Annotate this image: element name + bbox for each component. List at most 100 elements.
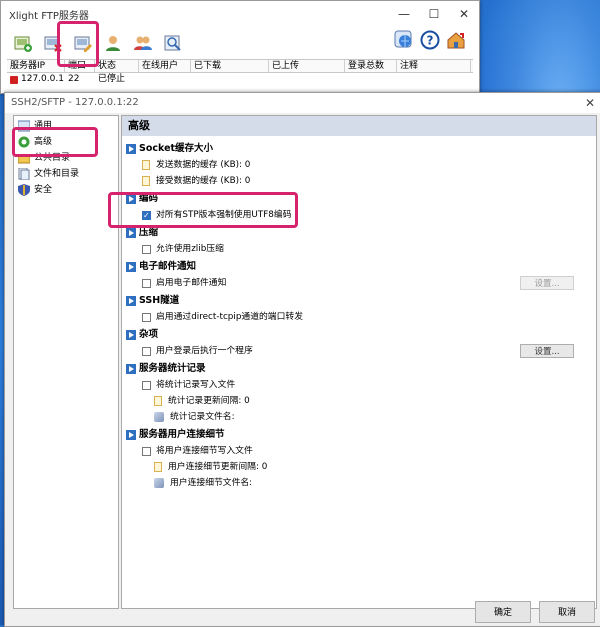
document-icon bbox=[142, 160, 150, 170]
port-forward-option: 启用通过direct-tcpip通道的端口转发 bbox=[142, 310, 303, 324]
conn-interval-setting[interactable]: 用户连接细节更新间隔: 0 bbox=[154, 460, 267, 474]
section-arrow-icon bbox=[126, 364, 136, 374]
stats-write-option: 将统计记录写入文件 bbox=[142, 378, 235, 392]
email-notify-label: 启用电子邮件通知 bbox=[156, 278, 227, 288]
file-settings-icon bbox=[154, 412, 164, 422]
section-arrow-icon bbox=[126, 262, 136, 272]
zlib-checkbox[interactable] bbox=[142, 244, 151, 254]
help-icon[interactable]: ? bbox=[420, 30, 440, 50]
dialog-titlebar: SSH2/SFTP - 127.0.0.1:22 ✕ bbox=[5, 93, 600, 113]
highlight-advanced-nav bbox=[12, 127, 98, 157]
stats-interval-label: 统计记录更新间隔: 0 bbox=[168, 396, 250, 406]
section-title: 电子邮件通知 bbox=[139, 261, 197, 272]
conn-interval-label: 用户连接细节更新间隔: 0 bbox=[168, 462, 268, 472]
email-settings-button[interactable]: 设置... bbox=[520, 276, 574, 290]
col-status[interactable]: 状态 bbox=[95, 60, 139, 72]
section-arrow-icon bbox=[126, 296, 136, 306]
zlib-option: 允许使用zlib压缩 bbox=[142, 242, 224, 256]
section-email: 电子邮件通知 bbox=[126, 260, 196, 274]
run-program-option: 用户登录后执行一个程序 bbox=[142, 344, 253, 358]
section-socket-buffer: Socket缓存大小 bbox=[126, 142, 213, 156]
highlight-edit-toolbar bbox=[57, 21, 99, 67]
cell-status: 已停止 bbox=[98, 74, 126, 84]
cell-port: 22 bbox=[68, 74, 80, 84]
conn-write-option: 将用户连接细节写入文件 bbox=[142, 444, 253, 458]
section-title: 服务器用户连接细节 bbox=[139, 429, 225, 440]
settings-nav-tree: 通用 高级 公共目录 文件和目录 安全 bbox=[13, 115, 119, 609]
col-comment[interactable]: 注释 bbox=[397, 60, 471, 72]
run-program-label: 用户登录后执行一个程序 bbox=[156, 346, 253, 356]
advanced-settings-panel: 高级 Socket缓存大小 发送数据的缓存 (KB): 0 接受数据的缓存 (K… bbox=[121, 115, 597, 609]
col-online-users[interactable]: 在线用户 bbox=[139, 60, 191, 72]
col-downloaded[interactable]: 已下载 bbox=[191, 60, 269, 72]
dialog-close-button[interactable]: ✕ bbox=[585, 93, 595, 113]
section-title: Socket缓存大小 bbox=[139, 143, 214, 154]
cancel-button[interactable]: 取消 bbox=[539, 601, 595, 623]
section-ssh-tunnel: SSH隧道 bbox=[126, 294, 179, 308]
send-buffer-setting[interactable]: 发送数据的缓存 (KB): 0 bbox=[142, 158, 250, 172]
add-server-icon[interactable] bbox=[13, 33, 33, 53]
files-dirs-icon bbox=[18, 168, 30, 180]
col-total-logins[interactable]: 登录总数 bbox=[345, 60, 397, 72]
section-misc: 杂项 bbox=[126, 328, 158, 342]
cell-server-ip: 127.0.0.1 bbox=[7, 73, 65, 86]
email-notify-option: 启用电子邮件通知 bbox=[142, 276, 226, 290]
file-settings-icon bbox=[154, 478, 164, 488]
highlight-encoding-section bbox=[108, 192, 298, 228]
main-window-title: Xlight FTP服务器 bbox=[9, 10, 89, 22]
section-server-stats: 服务器统计记录 bbox=[126, 362, 206, 376]
section-title: 服务器统计记录 bbox=[139, 363, 206, 374]
document-icon bbox=[154, 396, 162, 406]
user-icon[interactable] bbox=[103, 33, 123, 53]
section-compression: 压缩 bbox=[126, 226, 158, 240]
close-button[interactable]: ✕ bbox=[449, 7, 479, 21]
nav-item-security[interactable]: 安全 bbox=[14, 182, 118, 198]
nav-item-files-dirs[interactable]: 文件和目录 bbox=[14, 166, 118, 182]
section-title: 杂项 bbox=[139, 329, 159, 340]
run-program-checkbox[interactable] bbox=[142, 346, 151, 356]
nav-item-label: 安全 bbox=[34, 185, 53, 195]
document-icon bbox=[154, 462, 162, 472]
document-icon bbox=[142, 176, 150, 186]
section-arrow-icon bbox=[126, 144, 136, 154]
col-uploaded[interactable]: 已上传 bbox=[269, 60, 345, 72]
conn-write-checkbox[interactable] bbox=[142, 446, 151, 456]
receive-buffer-setting[interactable]: 接受数据的缓存 (KB): 0 bbox=[142, 174, 250, 188]
section-title: SSH隧道 bbox=[139, 295, 180, 306]
section-arrow-icon bbox=[126, 228, 136, 238]
server-ip-value: 127.0.0.1 bbox=[21, 74, 64, 84]
users-icon[interactable] bbox=[133, 33, 153, 53]
svg-text:?: ? bbox=[427, 34, 434, 48]
nav-item-label: 文件和目录 bbox=[34, 169, 80, 179]
maximize-button[interactable]: ☐ bbox=[419, 7, 449, 21]
stats-filename-label: 统计记录文件名: bbox=[170, 412, 235, 422]
conn-filename-label: 用户连接细节文件名: bbox=[170, 478, 253, 488]
table-row[interactable]: 127.0.0.1 22 已停止 bbox=[7, 73, 473, 86]
server-stopped-icon bbox=[10, 75, 18, 84]
globe-refresh-icon[interactable] bbox=[394, 30, 414, 50]
section-arrow-icon bbox=[126, 430, 136, 440]
security-shield-icon bbox=[18, 184, 30, 196]
ssh-sftp-dialog: SSH2/SFTP - 127.0.0.1:22 ✕ 通用 高级 公共目录 文件… bbox=[4, 92, 600, 627]
stats-interval-setting[interactable]: 统计记录更新间隔: 0 bbox=[154, 394, 250, 408]
stats-write-checkbox[interactable] bbox=[142, 380, 151, 390]
port-forward-checkbox[interactable] bbox=[142, 312, 151, 322]
conn-filename-setting[interactable]: 用户连接细节文件名: bbox=[154, 476, 252, 490]
section-title: 压缩 bbox=[139, 227, 159, 238]
view-log-icon[interactable] bbox=[163, 33, 183, 53]
stats-filename-setting[interactable]: 统计记录文件名: bbox=[154, 410, 235, 424]
home-settings-icon[interactable] bbox=[446, 30, 466, 50]
ok-button[interactable]: 确定 bbox=[475, 601, 531, 623]
minimize-button[interactable]: — bbox=[389, 7, 419, 21]
section-arrow-icon bbox=[126, 330, 136, 340]
port-forward-label: 启用通过direct-tcpip通道的端口转发 bbox=[156, 312, 303, 322]
receive-buffer-label: 接受数据的缓存 (KB): 0 bbox=[156, 176, 251, 186]
panel-title: 高级 bbox=[122, 116, 596, 136]
email-notify-checkbox[interactable] bbox=[142, 278, 151, 288]
stats-write-label: 将统计记录写入文件 bbox=[156, 380, 236, 390]
send-buffer-label: 发送数据的缓存 (KB): 0 bbox=[156, 160, 251, 170]
section-connection-details: 服务器用户连接细节 bbox=[126, 428, 225, 442]
dialog-title: SSH2/SFTP - 127.0.0.1:22 bbox=[11, 97, 139, 108]
run-program-settings-button[interactable]: 设置... bbox=[520, 344, 574, 358]
zlib-label: 允许使用zlib压缩 bbox=[156, 244, 224, 254]
